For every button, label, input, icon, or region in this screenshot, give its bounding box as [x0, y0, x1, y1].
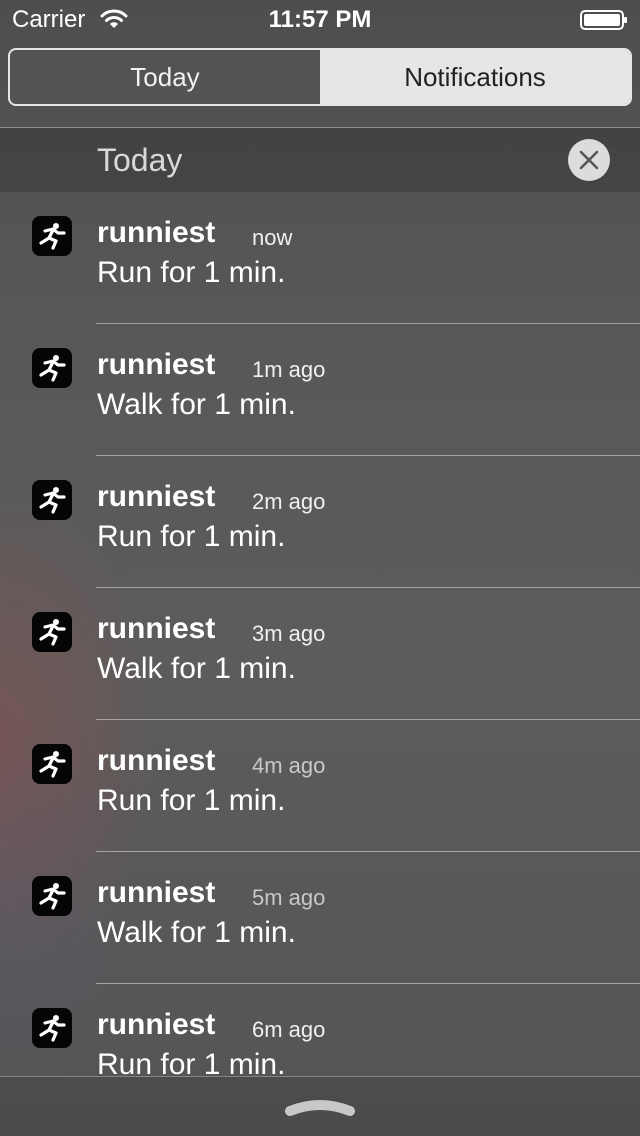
app-icon — [32, 1008, 72, 1048]
notification-time: 6m ago — [252, 1017, 326, 1042]
app-icon — [32, 216, 72, 256]
notification-time: 4m ago — [252, 753, 326, 778]
runner-icon — [39, 619, 66, 646]
status-bar: Carrier 11:57 PM — [0, 0, 640, 40]
notification-time: 2m ago — [252, 489, 326, 514]
notification-message: Run for 1 min. — [97, 1048, 286, 1076]
notification-item[interactable]: runniest 6m ago Run for 1 min. — [0, 984, 640, 1076]
notification-list: runniest now Run for 1 min. runniest 1m … — [0, 192, 640, 1076]
runner-icon — [39, 1015, 66, 1042]
app-icon — [32, 612, 72, 652]
runner-icon — [39, 883, 66, 910]
chevron-up-icon[interactable] — [284, 1095, 356, 1117]
clear-notifications-button[interactable] — [568, 139, 610, 181]
notification-time: now — [252, 225, 293, 250]
app-icon — [32, 876, 72, 916]
view-segmented-control: Today Notifications — [8, 48, 632, 106]
runner-icon — [39, 751, 66, 778]
runner-icon — [39, 355, 66, 382]
runner-icon — [39, 487, 66, 514]
bottom-handle-bar[interactable] — [0, 1076, 640, 1136]
notification-message: Run for 1 min. — [97, 256, 286, 289]
notification-message: Walk for 1 min. — [97, 652, 296, 685]
runner-icon — [39, 223, 66, 250]
app-icon — [32, 480, 72, 520]
notification-app-name: runniest — [97, 744, 216, 777]
section-title: Today — [97, 142, 183, 178]
notification-item[interactable]: runniest 3m ago Walk for 1 min. — [0, 588, 640, 720]
notification-app-name: runniest — [97, 612, 216, 645]
section-header: Today — [0, 128, 640, 192]
clock: 11:57 PM — [268, 6, 372, 33]
notification-app-name: runniest — [97, 876, 216, 909]
notification-message: Run for 1 min. — [97, 784, 286, 817]
notification-message: Walk for 1 min. — [97, 388, 296, 421]
close-icon — [579, 150, 599, 170]
notification-item[interactable]: runniest 5m ago Walk for 1 min. — [0, 852, 640, 984]
battery-icon — [580, 10, 627, 30]
app-icon — [32, 744, 72, 784]
notification-message: Run for 1 min. — [97, 520, 286, 553]
notification-item[interactable]: runniest 1m ago Walk for 1 min. — [0, 324, 640, 456]
notification-item[interactable]: runniest 2m ago Run for 1 min. — [0, 456, 640, 588]
notification-app-name: runniest — [97, 480, 216, 513]
notification-item[interactable]: runniest now Run for 1 min. — [0, 192, 640, 324]
notification-time: 1m ago — [252, 357, 326, 382]
app-icon — [32, 348, 72, 388]
notification-item[interactable]: runniest 4m ago Run for 1 min. — [0, 720, 640, 852]
notification-message: Walk for 1 min. — [97, 916, 296, 949]
notification-app-name: runniest — [97, 216, 216, 249]
notification-time: 3m ago — [252, 621, 326, 646]
notification-app-name: runniest — [97, 348, 216, 381]
notification-time: 5m ago — [252, 885, 326, 910]
tab-today[interactable]: Today — [10, 50, 320, 104]
notification-app-name: runniest — [97, 1008, 216, 1041]
tab-notifications[interactable]: Notifications — [320, 50, 630, 104]
